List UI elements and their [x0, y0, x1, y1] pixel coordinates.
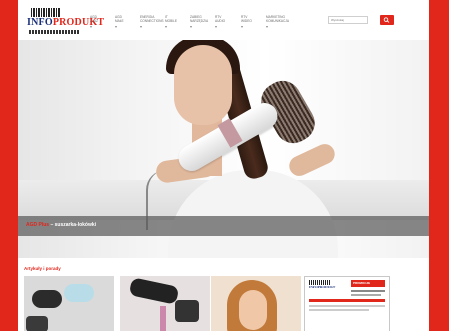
logo-barcode-icon — [31, 8, 61, 17]
nav-item-it[interactable]: IT MOBILE ▾ — [165, 15, 190, 39]
logo-bar-icon — [29, 30, 79, 34]
section-title: Artykuły i porady — [24, 266, 61, 271]
hero-caption[interactable]: AGD Plus – suszarka-lokówki — [26, 222, 96, 228]
magazine-cover[interactable]: INFOPRODUKT PROMOCJE — [304, 276, 390, 331]
magazine-badge: PROMOCJE — [353, 281, 371, 285]
chevron-down-icon: ▾ — [241, 24, 244, 29]
magazine-logo: INFOPRODUKT — [309, 280, 339, 293]
hair-dryer-icon — [64, 284, 94, 302]
article-card[interactable] — [120, 276, 210, 331]
chevron-down-icon: ▾ — [215, 24, 218, 29]
chevron-down-icon: ▾ — [115, 24, 118, 29]
main-nav: AGD ZLUŻ ▾ AGD MAŁE ▾ ENERGIA CONNECTION… — [90, 15, 304, 39]
site-logo[interactable]: INFOPRODUKT — [27, 8, 104, 38]
article-card[interactable] — [24, 276, 114, 331]
nav-item-marketing[interactable]: MARKETING KOMUNIKACJA ▾ — [266, 15, 304, 39]
nav-item-tools[interactable]: ZABIEG NARZĘDZIA ▾ — [190, 15, 215, 39]
chevron-down-icon: ▾ — [140, 24, 143, 29]
header: INFOPRODUKT AGD ZLUŻ ▾ AGD MAŁE ▾ ENERGI… — [18, 0, 429, 40]
chevron-down-icon: ▾ — [165, 24, 168, 29]
chevron-down-icon: ▾ — [90, 24, 93, 29]
page: INFOPRODUKT AGD ZLUŻ ▾ AGD MAŁE ▾ ENERGI… — [18, 0, 429, 331]
hair-dryer-icon — [32, 290, 62, 308]
article-card[interactable] — [211, 276, 301, 331]
nav-item-agd-large[interactable]: AGD ZLUŻ ▾ — [90, 15, 115, 39]
search-button[interactable] — [380, 15, 394, 25]
hero-caption-bar: AGD Plus – suszarka-lokówki — [18, 216, 429, 236]
search-input[interactable] — [328, 16, 368, 24]
nav-item-energy[interactable]: ENERGIA CONNECTIONS ▾ — [140, 15, 165, 39]
search-icon — [383, 17, 390, 23]
nav-item-rtv-video[interactable]: RTV WIDEO ▾ — [241, 15, 266, 39]
nav-item-rtv-audio[interactable]: RTV AUDIO ▾ — [215, 15, 241, 39]
hair-styler-icon — [128, 277, 180, 305]
chevron-down-icon: ▾ — [266, 24, 269, 29]
chevron-down-icon: ▾ — [190, 24, 193, 29]
hero-banner[interactable]: AGD Plus – suszarka-lokówki — [18, 40, 429, 258]
portrait-image — [239, 290, 267, 330]
nav-item-agd-small[interactable]: AGD MAŁE ▾ — [115, 15, 140, 39]
